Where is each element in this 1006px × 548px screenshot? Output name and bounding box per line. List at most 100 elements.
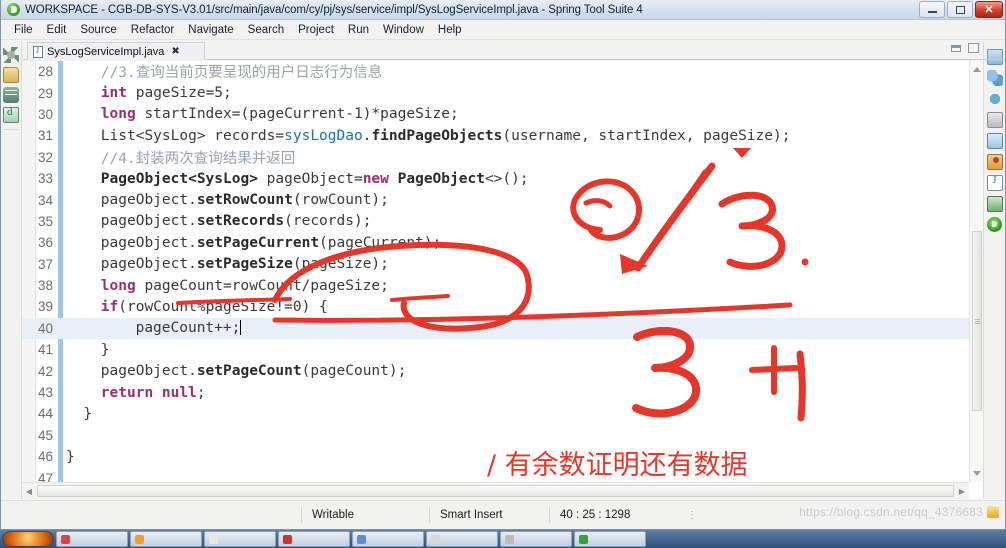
- code-text[interactable]: pageCount++;: [66, 320, 242, 337]
- code-text[interactable]: if(rowCount%pageSize!=0) {: [66, 299, 328, 315]
- code-text[interactable]: pageObject.setPageCurrent(pageCurrent);: [66, 235, 441, 251]
- taskbar-item[interactable]: [130, 531, 202, 547]
- text-caret: [240, 320, 242, 336]
- vertical-scrollbar-thumb[interactable]: [972, 231, 982, 411]
- code-line[interactable]: 31 List<SysLog> records=sysLogDao.findPag…: [22, 125, 969, 146]
- taskbar-item[interactable]: [352, 531, 424, 547]
- line-number: 30: [37, 106, 53, 122]
- code-token: //4.封装两次查询结果并返回: [100, 150, 296, 167]
- minimize-view-icon[interactable]: [951, 44, 961, 52]
- rail-divider: [4, 129, 18, 130]
- code-text[interactable]: //4.封装两次查询结果并返回: [66, 147, 295, 168]
- horizontal-scrollbar[interactable]: ◀ ▶: [22, 482, 969, 499]
- code-line[interactable]: 42 pageObject.setPageCount(pageCount);: [22, 360, 969, 381]
- taskbar-item[interactable]: [204, 531, 276, 547]
- tab-syslogserviceimpl[interactable]: SysLogServiceImpl.java ✖: [27, 42, 205, 60]
- code-text[interactable]: }: [66, 449, 75, 465]
- package-explorer-icon[interactable]: [3, 67, 19, 83]
- console-icon[interactable]: [986, 133, 1003, 149]
- taskbar-item[interactable]: [574, 531, 646, 547]
- code-line[interactable]: 37 pageObject.setPageSize(pageSize);: [22, 254, 969, 275]
- scroll-right-arrow-icon[interactable]: ▶: [955, 483, 969, 499]
- code-token: return: [100, 384, 154, 401]
- menu-source[interactable]: Source: [73, 22, 123, 38]
- menu-navigate[interactable]: Navigate: [181, 22, 240, 38]
- restore-button[interactable]: [947, 1, 973, 18]
- menu-search[interactable]: Search: [241, 22, 291, 38]
- code-line[interactable]: 33 PageObject<SysLog> pageObject=new Page…: [22, 168, 969, 189]
- menu-help[interactable]: Help: [431, 22, 469, 38]
- code-text[interactable]: }: [66, 406, 92, 422]
- taskbar-item[interactable]: [500, 531, 572, 547]
- scroll-up-arrow-icon[interactable]: [973, 67, 981, 72]
- code-token: setPageSize: [196, 256, 293, 273]
- download-icon[interactable]: [986, 196, 1003, 212]
- code-line[interactable]: 30 long startIndex=(pageCurrent-1)*pageSi…: [22, 104, 969, 125]
- code-line[interactable]: 36 pageObject.setPageCurrent(pageCurrent)…: [22, 232, 969, 253]
- code-line[interactable]: 28 //3.查询当前页要呈现的用户日志行为信息: [22, 61, 969, 82]
- code-line[interactable]: 35 pageObject.setRecords(records);: [22, 211, 969, 232]
- problems-icon[interactable]: [986, 154, 1003, 170]
- javadoc-icon[interactable]: [986, 175, 1003, 191]
- code-text[interactable]: long startIndex=(pageCurrent-1)*pageSize…: [66, 106, 459, 122]
- menu-project[interactable]: Project: [291, 22, 341, 38]
- menu-edit[interactable]: Edit: [40, 22, 74, 38]
- scroll-down-arrow-icon[interactable]: [973, 471, 981, 476]
- code-token: null: [161, 384, 197, 401]
- code-text[interactable]: List<SysLog> records=sysLogDao.findPageO…: [66, 127, 791, 144]
- code-text[interactable]: return null;: [66, 385, 206, 401]
- menu-refactor[interactable]: Refactor: [124, 22, 181, 38]
- taskbar-item[interactable]: [56, 531, 128, 547]
- java-doc-icon[interactable]: [3, 106, 19, 123]
- gear-icon[interactable]: [3, 47, 19, 63]
- code-line[interactable]: 38 long pageCount=rowCount/pageSize;: [22, 275, 969, 296]
- code-text[interactable]: pageObject.setPageSize(pageSize);: [66, 256, 389, 272]
- taskbar-item[interactable]: [426, 531, 498, 547]
- minimize-button[interactable]: [919, 1, 945, 18]
- editor-view-controls: [951, 43, 979, 53]
- code-line[interactable]: 43 return null;: [22, 382, 969, 403]
- code-line[interactable]: 44}: [22, 403, 969, 424]
- code-token: (username, startIndex, pageSize);: [502, 127, 791, 144]
- status-writable: Writable: [301, 507, 429, 523]
- code-line[interactable]: 39 if(rowCount%pageSize!=0) {: [22, 296, 969, 317]
- horizontal-scrollbar-thumb[interactable]: [37, 485, 954, 497]
- code-text[interactable]: //3.查询当前页要呈现的用户日志行为信息: [66, 61, 382, 82]
- printer-icon[interactable]: [986, 112, 1003, 128]
- code-token: pageSize=5;: [127, 85, 232, 102]
- code-line[interactable]: 34 pageObject.setRowCount(rowCount);: [22, 189, 969, 210]
- status-overflow-icon[interactable]: ⋮: [679, 510, 706, 521]
- database-icon[interactable]: [3, 87, 19, 103]
- code-editor[interactable]: 28 //3.查询当前页要呈现的用户日志行为信息 29 int pageSize=5;…: [22, 61, 983, 499]
- code-text[interactable]: pageObject.setRowCount(rowCount);: [66, 192, 389, 208]
- code-text[interactable]: int pageSize=5;: [66, 85, 232, 101]
- close-button[interactable]: ✕: [975, 1, 1003, 18]
- code-text[interactable]: }: [66, 342, 110, 358]
- code-line[interactable]: 32 //4.封装两次查询结果并返回: [22, 147, 969, 168]
- tab-label: SysLogServiceImpl.java: [47, 45, 165, 58]
- taskbar-item[interactable]: [278, 531, 350, 547]
- beans-graph-icon[interactable]: [986, 70, 1003, 86]
- code-text[interactable]: PageObject<SysLog> pageObject=new PageOb…: [66, 171, 529, 187]
- close-icon[interactable]: ✖: [171, 46, 179, 57]
- spring-explorer-icon[interactable]: [986, 91, 1003, 107]
- code-line[interactable]: 29 int pageSize=5;: [22, 82, 969, 103]
- line-number: 28: [37, 64, 53, 80]
- boot-dashboard-icon[interactable]: [987, 217, 1002, 232]
- scroll-left-arrow-icon[interactable]: ◀: [22, 483, 36, 499]
- code-text[interactable]: long pageCount=rowCount/pageSize;: [66, 278, 389, 294]
- code-text[interactable]: pageObject.setRecords(records);: [66, 213, 372, 229]
- code-line[interactable]: 41}: [22, 339, 969, 360]
- start-button[interactable]: [2, 531, 54, 547]
- menu-run[interactable]: Run: [341, 22, 376, 38]
- code-lines-container[interactable]: 28 //3.查询当前页要呈现的用户日志行为信息 29 int pageSize=5;…: [22, 61, 969, 482]
- windows-taskbar[interactable]: [0, 530, 1006, 548]
- code-token: pageCount++;: [135, 320, 241, 337]
- maximize-view-icon[interactable]: [968, 43, 979, 53]
- code-line[interactable]: 40 pageCount++;: [22, 317, 969, 340]
- code-text[interactable]: pageObject.setPageCount(pageCount);: [66, 363, 407, 379]
- overview-ruler[interactable]: [969, 61, 983, 482]
- menu-window[interactable]: Window: [376, 22, 431, 38]
- menu-file[interactable]: File: [7, 22, 40, 38]
